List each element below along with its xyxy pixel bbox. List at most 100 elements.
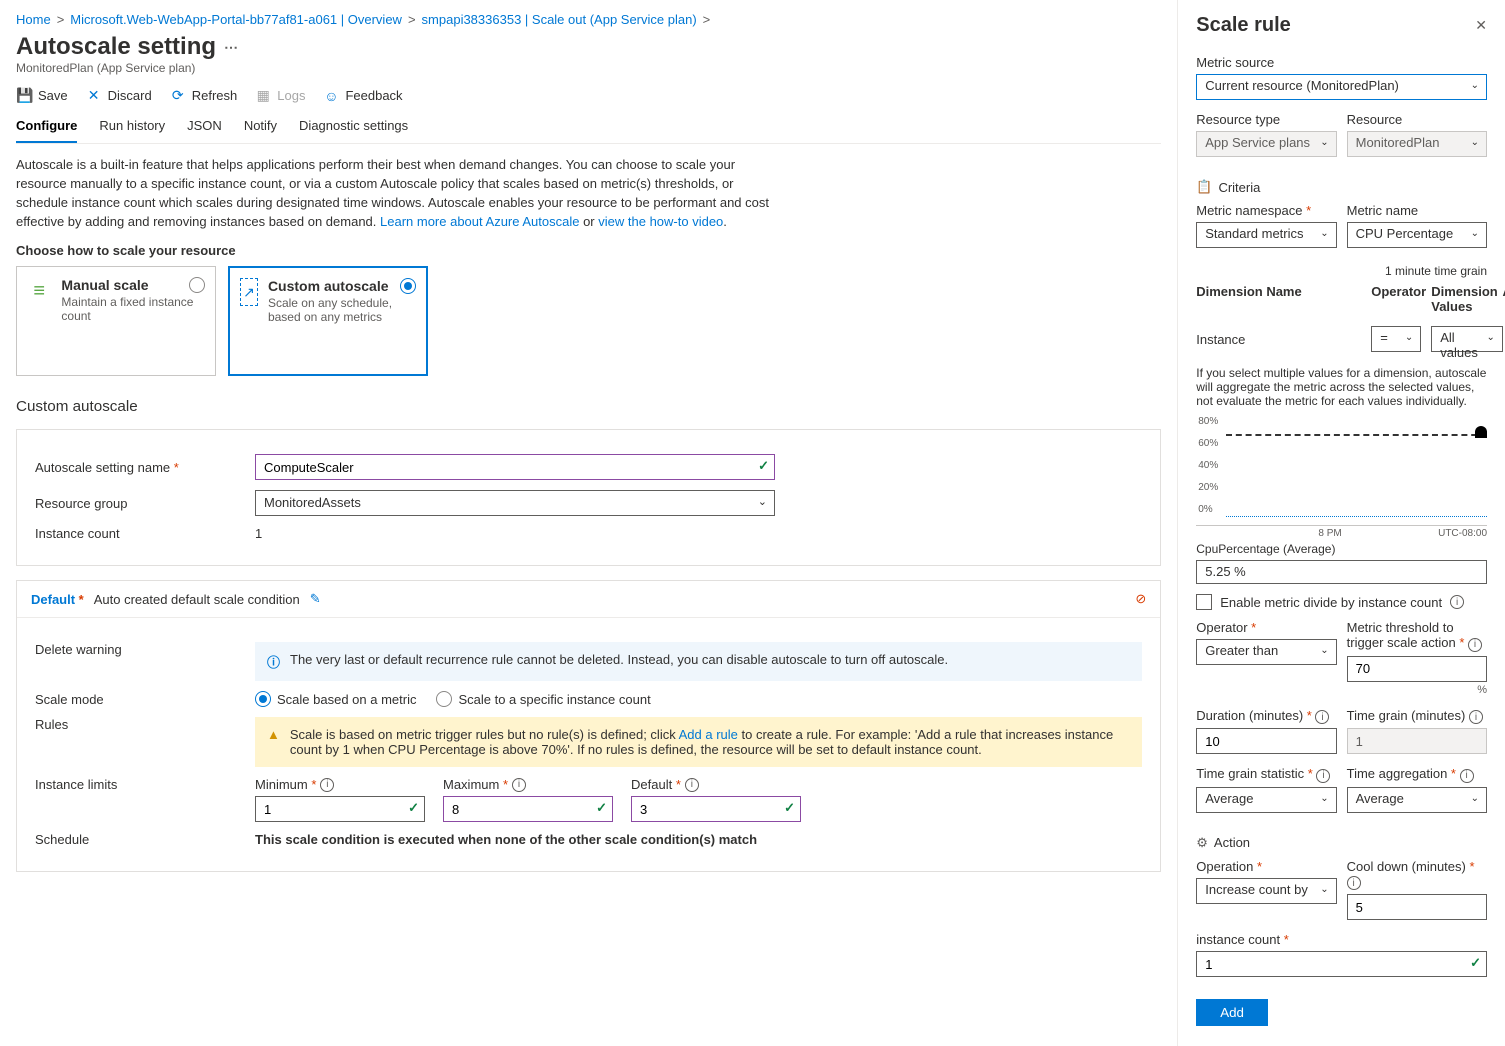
threshold-input[interactable] <box>1347 656 1487 682</box>
howto-video-link[interactable]: view the how-to video <box>598 214 723 229</box>
discard-button[interactable]: ✕Discard <box>86 87 152 104</box>
breadcrumb-2[interactable]: smpapi38336353 | Scale out (App Service … <box>422 12 697 27</box>
max-label: Maximum <box>443 777 508 792</box>
resource-group-select[interactable]: MonitoredAssets <box>255 490 775 516</box>
tab-diagnostic[interactable]: Diagnostic settings <box>299 110 408 143</box>
duration-label: Duration (minutes) i <box>1196 708 1336 725</box>
card-manual-scale[interactable]: ≡ Manual scale Maintain a fixed instance… <box>16 266 216 376</box>
duration-input[interactable] <box>1196 728 1336 754</box>
tabs: Configure Run history JSON Notify Diagno… <box>16 110 1161 144</box>
info-icon[interactable]: i <box>1460 769 1474 783</box>
divide-by-count-checkbox[interactable] <box>1196 594 1212 610</box>
setting-name-label: Autoscale setting name <box>35 460 255 475</box>
cooldown-label: Cool down (minutes) i <box>1347 859 1487 891</box>
tgs-select[interactable]: Average <box>1196 787 1336 813</box>
learn-more-link[interactable]: Learn more about Azure Autoscale <box>380 214 579 229</box>
resource-type-select: App Service plans <box>1196 131 1336 157</box>
tagg-select[interactable]: Average <box>1347 787 1487 813</box>
no-delete-icon: ⊘ <box>1135 591 1146 607</box>
page-subtitle: MonitoredPlan (App Service plan) <box>16 61 1161 75</box>
discard-icon: ✕ <box>86 87 102 104</box>
intro-text: Autoscale is a built-in feature that hel… <box>16 156 776 231</box>
custom-autoscale-icon: ↗ <box>240 278 258 306</box>
add-a-rule-link[interactable]: Add a rule <box>679 727 738 742</box>
info-icon[interactable]: i <box>1316 769 1330 783</box>
delete-warning-text: The very last or default recurrence rule… <box>290 652 948 667</box>
card-custom-autoscale[interactable]: ↗ Custom autoscale Scale on any schedule… <box>228 266 428 376</box>
metric-name-select[interactable]: CPU Percentage <box>1347 222 1487 248</box>
info-icon: ⓘ <box>267 652 280 671</box>
default-input[interactable] <box>631 796 801 822</box>
setting-name-input[interactable] <box>255 454 775 480</box>
tab-run-history[interactable]: Run history <box>99 110 165 143</box>
instance-limits-label: Instance limits <box>35 777 255 792</box>
choose-label: Choose how to scale your resource <box>16 243 1161 258</box>
feedback-button[interactable]: ☺Feedback <box>323 88 402 104</box>
info-icon[interactable]: i <box>512 778 526 792</box>
multi-value-note: If you select multiple values for a dime… <box>1196 366 1487 408</box>
info-icon[interactable]: i <box>1468 638 1482 652</box>
info-icon[interactable]: i <box>1469 710 1483 724</box>
check-icon: ✓ <box>1470 955 1481 971</box>
info-icon[interactable]: i <box>685 778 699 792</box>
info-icon[interactable]: i <box>1450 595 1464 609</box>
radio-scale-specific[interactable]: Scale to a specific instance count <box>436 691 650 707</box>
custom-autoscale-form: Autoscale setting name ✓ Resource group … <box>16 429 1161 566</box>
tab-configure[interactable]: Configure <box>16 110 77 143</box>
breadcrumb-home[interactable]: Home <box>16 12 51 27</box>
delete-warning-label: Delete warning <box>35 642 255 657</box>
resource-select: MonitoredPlan <box>1347 131 1487 157</box>
cooldown-input[interactable] <box>1347 894 1487 920</box>
dim-val-header: Dimension Values <box>1431 284 1497 314</box>
info-icon[interactable]: i <box>320 778 334 792</box>
dim-name-header: Dimension Name <box>1196 284 1371 314</box>
chart-legend: CpuPercentage (Average) <box>1196 542 1487 556</box>
percent-suffix: % <box>1347 684 1487 696</box>
instance-count-label: instance count <box>1196 932 1487 947</box>
criteria-icon: 📋 <box>1196 179 1212 195</box>
save-button[interactable]: 💾Save <box>16 87 68 104</box>
card-manual-desc: Maintain a fixed instance count <box>61 295 205 323</box>
tab-json[interactable]: JSON <box>187 110 222 143</box>
breadcrumb-1[interactable]: Microsoft.Web-WebApp-Portal-bb77af81-a06… <box>70 12 402 27</box>
chart-readout: 5.25 % <box>1196 560 1487 584</box>
edit-condition-icon[interactable]: ✎ <box>310 591 321 607</box>
close-icon[interactable]: ✕ <box>1475 17 1487 34</box>
dim-val-select[interactable]: All values <box>1431 326 1503 352</box>
info-icon[interactable]: i <box>1315 710 1329 724</box>
panel-title: Scale rule <box>1196 14 1291 37</box>
min-label: Minimum <box>255 777 316 792</box>
scale-mode-cards: ≡ Manual scale Maintain a fixed instance… <box>16 266 1161 376</box>
chart-cursor-icon <box>1475 426 1487 438</box>
min-input[interactable] <box>255 796 425 822</box>
instance-count-input[interactable] <box>1196 951 1487 977</box>
instance-count-label: Instance count <box>35 526 255 541</box>
metric-namespace-select[interactable]: Standard metrics <box>1196 222 1336 248</box>
more-icon[interactable]: ⋯ <box>224 39 238 56</box>
warning-icon: ▲ <box>267 727 280 742</box>
max-input[interactable] <box>443 796 613 822</box>
custom-autoscale-heading: Custom autoscale <box>16 398 1161 415</box>
logs-icon: ▦ <box>255 87 271 104</box>
operation-select[interactable]: Increase count by <box>1196 878 1336 904</box>
metric-source-select[interactable]: Current resource (MonitoredPlan) <box>1196 74 1487 100</box>
tab-notify[interactable]: Notify <box>244 110 277 143</box>
metric-chart: 80% 60% 40% 20% 0% 8 PM UTC-08:00 <box>1196 416 1487 526</box>
card-custom-title: Custom autoscale <box>268 278 416 294</box>
dimension-table: Dimension Name Operator Dimension Values… <box>1196 278 1487 358</box>
info-icon[interactable]: i <box>1347 876 1361 890</box>
page-title: Autoscale setting ⋯ <box>16 33 1161 61</box>
default-label: Default <box>631 777 681 792</box>
timegrain-input <box>1347 728 1487 754</box>
refresh-button[interactable]: ⟳Refresh <box>170 87 238 104</box>
threshold-line <box>1226 434 1487 436</box>
refresh-icon: ⟳ <box>170 87 186 104</box>
dim-op-select[interactable]: = <box>1371 326 1421 352</box>
add-button[interactable]: Add <box>1196 999 1268 1026</box>
metric-namespace-label: Metric namespace <box>1196 203 1336 218</box>
operator-select[interactable]: Greater than <box>1196 639 1336 665</box>
rules-warning-text: Scale is based on metric trigger rules b… <box>290 727 1130 757</box>
divide-by-count-label: Enable metric divide by instance count <box>1220 595 1442 610</box>
radio-scale-metric[interactable]: Scale based on a metric <box>255 691 416 707</box>
threshold-label: Metric threshold to trigger scale action… <box>1347 620 1487 652</box>
